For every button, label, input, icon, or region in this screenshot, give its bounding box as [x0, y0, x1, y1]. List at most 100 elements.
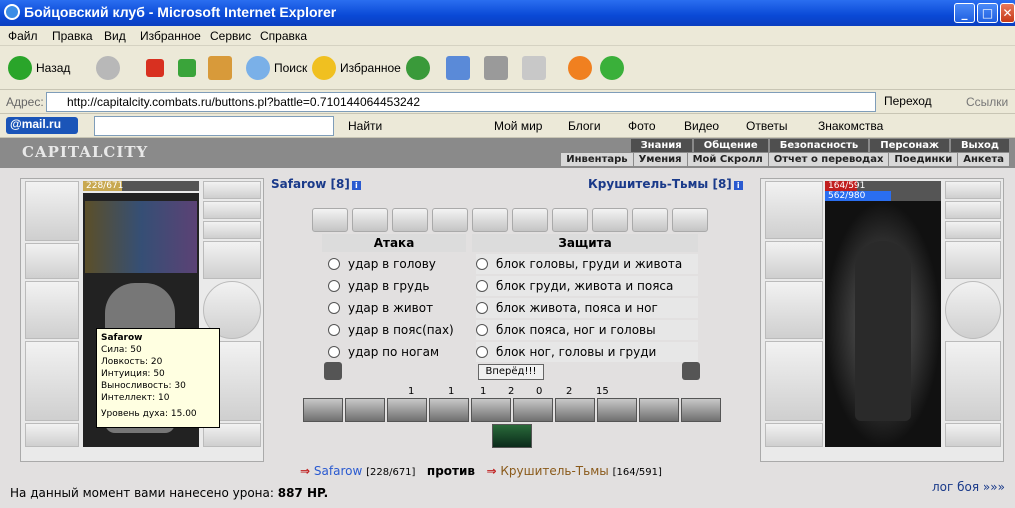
attack-radio[interactable] — [328, 258, 340, 270]
links-label[interactable]: Ссылки — [966, 95, 1008, 109]
attack-option-belt[interactable]: удар в пояс(пах) — [328, 320, 454, 340]
defense-option-1[interactable]: блок головы, груди и живота — [476, 254, 698, 274]
defense-option-5[interactable]: блок ног, головы и груди — [476, 342, 698, 362]
go-button[interactable]: Переход — [884, 94, 932, 108]
close-button[interactable]: ✕ — [1000, 3, 1015, 23]
search-button[interactable]: Поиск — [246, 54, 307, 82]
enemy-earring-slot[interactable] — [945, 181, 1001, 199]
scroll-slot[interactable] — [352, 208, 388, 232]
defense-radio[interactable] — [476, 302, 488, 314]
enemy-name-link[interactable]: Крушитель-Тьмы — [500, 464, 608, 478]
mailru-find-button[interactable]: Найти — [348, 119, 382, 133]
defense-option-2[interactable]: блок груди, живота и пояса — [476, 276, 698, 296]
enemy-belt-slot[interactable] — [765, 423, 823, 447]
attack-radio[interactable] — [328, 324, 340, 336]
nav-security[interactable]: Безопасность — [769, 139, 869, 152]
forward-attack-button[interactable]: Вперёд!!! — [478, 364, 544, 380]
attack-option-chest[interactable]: удар в грудь — [328, 276, 429, 296]
earring-slot[interactable] — [203, 181, 261, 199]
nav-character[interactable]: Персонаж — [870, 139, 949, 152]
nav-inventory[interactable]: Инвентарь — [561, 153, 633, 166]
enemy-armor-slot[interactable] — [765, 341, 823, 421]
skill-tile[interactable] — [387, 398, 427, 422]
forward-button[interactable] — [96, 54, 124, 82]
mailru-item-photo[interactable]: Фото — [628, 119, 656, 133]
reset-attack-icon[interactable] — [324, 362, 342, 380]
nav-transfers-report[interactable]: Отчет о переводах — [768, 153, 889, 166]
mailru-item-answers[interactable]: Ответы — [746, 119, 787, 133]
skill-tile[interactable] — [513, 398, 553, 422]
skill-tile[interactable] — [555, 398, 595, 422]
enemy-pants-slot[interactable] — [945, 341, 1001, 421]
refresh-button[interactable] — [178, 54, 200, 82]
nav-profile[interactable]: Анкета — [958, 153, 1009, 166]
favorites-button[interactable]: Избранное — [312, 54, 401, 82]
helmet-slot[interactable] — [25, 181, 79, 241]
menu-edit[interactable]: Правка — [52, 29, 93, 43]
nav-communication[interactable]: Общение — [693, 139, 768, 152]
mailru-logo[interactable]: @mail.ru — [6, 117, 78, 134]
history-button[interactable] — [406, 54, 434, 82]
attack-radio[interactable] — [328, 346, 340, 358]
messenger-button[interactable] — [600, 54, 628, 82]
minimize-button[interactable]: _ — [954, 3, 975, 23]
necklace-slot[interactable] — [203, 201, 261, 219]
enemy-weapon-slot[interactable] — [765, 281, 823, 339]
player-info-icon[interactable]: i — [351, 181, 361, 190]
scroll-slot[interactable] — [472, 208, 508, 232]
attack-option-legs[interactable]: удар по ногам — [328, 342, 439, 362]
player-effects-grid[interactable] — [85, 201, 197, 273]
enemy-name-header[interactable]: Крушитель-Тьмы [8] i — [588, 177, 743, 191]
defense-radio[interactable] — [476, 280, 488, 292]
mailru-item-dating[interactable]: Знакомства — [818, 119, 883, 133]
back-button[interactable]: Назад — [8, 54, 70, 82]
scroll-slot[interactable] — [312, 208, 348, 232]
refresh-battle-icon[interactable] — [682, 362, 700, 380]
skill-tile[interactable] — [345, 398, 385, 422]
armor-slot[interactable] — [25, 341, 79, 421]
skill-tile[interactable] — [597, 398, 637, 422]
scroll-slot[interactable] — [552, 208, 588, 232]
menu-view[interactable]: Вид — [104, 29, 126, 43]
mailru-item-myworld[interactable]: Мой мир — [494, 119, 542, 133]
attack-option-head[interactable]: удар в голову — [328, 254, 436, 274]
scroll-slot[interactable] — [592, 208, 628, 232]
nav-knowledge[interactable]: Знания — [630, 139, 692, 152]
player-name-link[interactable]: Safarow — [314, 464, 362, 478]
defense-option-3[interactable]: блок живота, пояса и ног — [476, 298, 698, 318]
enemy-shield-slot[interactable] — [945, 281, 1001, 339]
gloves-slot[interactable] — [203, 241, 261, 279]
skill-tile[interactable] — [471, 398, 511, 422]
enemy-boots-slot[interactable] — [945, 423, 1001, 447]
mailru-search-input[interactable] — [94, 116, 334, 136]
mail-button[interactable] — [446, 54, 474, 82]
skill-tile[interactable] — [429, 398, 469, 422]
stop-button[interactable] — [146, 54, 168, 82]
scroll-slot[interactable] — [432, 208, 468, 232]
player-name-header[interactable]: Safarow [8] i — [271, 177, 361, 191]
rings-slot[interactable] — [203, 221, 261, 239]
menu-favorites[interactable]: Избранное — [140, 29, 201, 43]
nav-fights[interactable]: Поединки — [889, 153, 958, 166]
nav-skills[interactable]: Умения — [633, 153, 687, 166]
menu-tools[interactable]: Сервис — [210, 29, 251, 43]
scroll-slot[interactable] — [512, 208, 548, 232]
attack-radio[interactable] — [328, 302, 340, 314]
enemy-gloves-slot[interactable] — [945, 241, 1001, 279]
mailru-item-video[interactable]: Видео — [684, 119, 719, 133]
menu-file[interactable]: Файл — [8, 29, 38, 43]
enemy-necklace-slot[interactable] — [945, 201, 1001, 219]
print-button[interactable] — [484, 54, 512, 82]
maximize-button[interactable]: □ — [977, 3, 998, 23]
menu-help[interactable]: Справка — [260, 29, 307, 43]
skill-tile[interactable] — [681, 398, 721, 422]
enemy-bracer-slot[interactable] — [765, 241, 823, 279]
edit-button[interactable] — [522, 54, 550, 82]
weapon-slot[interactable] — [25, 281, 79, 339]
defense-radio[interactable] — [476, 258, 488, 270]
defense-radio[interactable] — [476, 324, 488, 336]
mailru-agent-button[interactable] — [568, 54, 596, 82]
belt-slot[interactable] — [25, 423, 79, 447]
battle-log-link[interactable]: лог боя »»» — [932, 480, 1005, 494]
scroll-slot[interactable] — [392, 208, 428, 232]
